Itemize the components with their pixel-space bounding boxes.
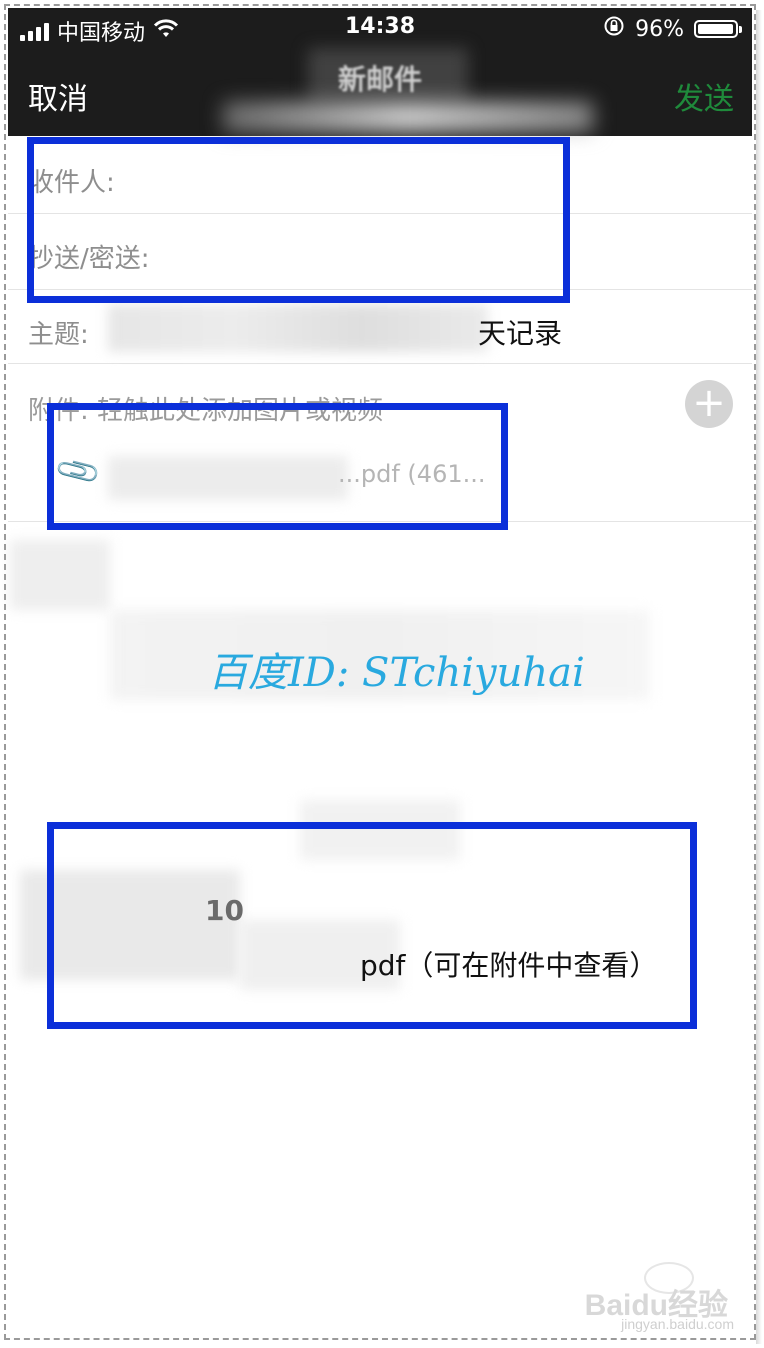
watermark-text: 百度ID: STchiyuhai bbox=[208, 650, 585, 696]
add-attachment-button[interactable]: + bbox=[685, 380, 733, 428]
rotation-lock-icon bbox=[603, 15, 625, 43]
highlight-recipients bbox=[27, 137, 570, 303]
subject-label: 主题: bbox=[28, 320, 89, 350]
page-title: 新邮件 bbox=[337, 63, 422, 96]
battery-icon bbox=[694, 20, 742, 38]
highlight-attachment bbox=[47, 403, 508, 530]
subject-value: 天记录 bbox=[478, 317, 563, 350]
battery-percent: 96% bbox=[635, 16, 684, 42]
highlight-body bbox=[47, 822, 697, 1029]
blurred-body-block bbox=[10, 540, 110, 610]
frame-shadow bbox=[756, 10, 762, 1344]
status-bar: 中国移动 14:38 96% bbox=[8, 8, 752, 48]
send-button[interactable]: 发送 bbox=[674, 74, 734, 118]
nav-bar: 取消 新邮件 发送 bbox=[8, 48, 752, 136]
baidu-url: jingyan.baidu.com bbox=[621, 1316, 734, 1332]
blurred-subject bbox=[108, 304, 488, 352]
blurred-subtitle bbox=[223, 102, 593, 132]
